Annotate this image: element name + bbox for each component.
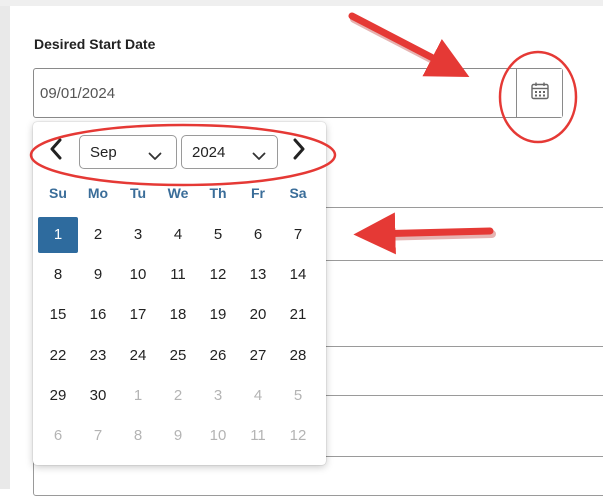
day-cell[interactable]: 27 — [238, 338, 278, 374]
day-cell[interactable]: 23 — [78, 338, 118, 374]
chevron-left-icon — [50, 138, 62, 160]
day-cell[interactable]: 24 — [118, 338, 158, 374]
day-cell[interactable]: 7 — [78, 418, 118, 454]
day-cell[interactable]: 20 — [238, 297, 278, 333]
day-cell[interactable]: 7 — [278, 217, 318, 253]
day-cell[interactable]: 9 — [78, 257, 118, 293]
day-cell[interactable]: 6 — [238, 217, 278, 253]
day-cell[interactable]: 3 — [118, 217, 158, 253]
month-select[interactable]: Sep — [79, 135, 177, 169]
day-cell[interactable]: 2 — [158, 378, 198, 414]
start-date-value[interactable]: 09/01/2024 — [40, 85, 115, 102]
day-cell[interactable]: 4 — [158, 217, 198, 253]
datepicker-popup: Sep 2024 Su Mo Tu We Th Fr Sa 1234567891… — [33, 122, 326, 465]
day-cell[interactable]: 10 — [118, 257, 158, 293]
prev-month-button[interactable] — [49, 138, 63, 165]
start-date-label: Desired Start Date — [34, 36, 156, 52]
day-cell[interactable]: 11 — [238, 418, 278, 454]
chevron-down-icon — [148, 148, 162, 165]
background-field-border — [326, 260, 603, 261]
day-cell[interactable]: 19 — [198, 297, 238, 333]
background-field-border — [326, 395, 603, 396]
weekday-label: Th — [209, 185, 227, 201]
weekday-label: Fr — [251, 185, 265, 201]
day-cell[interactable]: 16 — [78, 297, 118, 333]
day-cell[interactable]: 8 — [118, 418, 158, 454]
year-select[interactable]: 2024 — [181, 135, 278, 169]
month-select-value: Sep — [90, 144, 117, 161]
year-select-value: 2024 — [192, 144, 226, 161]
day-cell[interactable]: 5 — [198, 217, 238, 253]
weekday-label: Sa — [289, 185, 307, 201]
day-cell[interactable]: 14 — [278, 257, 318, 293]
day-cell[interactable]: 15 — [38, 297, 78, 333]
day-cell[interactable]: 3 — [198, 378, 238, 414]
weekday-label: Tu — [129, 185, 147, 201]
background-field-border — [326, 207, 603, 208]
day-cell[interactable]: 11 — [158, 257, 198, 293]
background-field-border — [326, 346, 603, 347]
day-cell[interactable]: 18 — [158, 297, 198, 333]
day-cell[interactable]: 12 — [198, 257, 238, 293]
day-cell[interactable]: 28 — [278, 338, 318, 374]
weekday-label: Su — [49, 185, 67, 201]
day-cell[interactable]: 9 — [158, 418, 198, 454]
day-cell[interactable]: 26 — [198, 338, 238, 374]
day-cell[interactable]: 2 — [78, 217, 118, 253]
day-cell[interactable]: 30 — [78, 378, 118, 414]
day-cell-selected[interactable]: 1 — [38, 217, 78, 253]
top-edge — [0, 0, 603, 6]
day-cell[interactable]: 22 — [38, 338, 78, 374]
day-cell[interactable]: 5 — [278, 378, 318, 414]
left-edge — [0, 0, 10, 489]
arrow-to-calendar-icon — [348, 12, 470, 78]
next-month-button[interactable] — [292, 138, 306, 165]
day-cell[interactable]: 17 — [118, 297, 158, 333]
day-cell[interactable]: 4 — [238, 378, 278, 414]
day-cell[interactable]: 8 — [38, 257, 78, 293]
chevron-right-icon — [293, 138, 305, 160]
calendar-icon — [530, 81, 550, 106]
calendar-button[interactable] — [516, 69, 562, 117]
day-cell[interactable]: 21 — [278, 297, 318, 333]
day-cell[interactable]: 13 — [238, 257, 278, 293]
day-cell[interactable]: 10 — [198, 418, 238, 454]
arrow-to-selected-day — [353, 212, 496, 255]
day-cell[interactable]: 12 — [278, 418, 318, 454]
day-cell[interactable]: 29 — [38, 378, 78, 414]
weekday-label: We — [167, 185, 189, 201]
day-cell[interactable]: 6 — [38, 418, 78, 454]
chevron-down-icon — [252, 148, 266, 165]
day-cell[interactable]: 25 — [158, 338, 198, 374]
day-cell[interactable]: 1 — [118, 378, 158, 414]
weekday-label: Mo — [87, 185, 109, 201]
